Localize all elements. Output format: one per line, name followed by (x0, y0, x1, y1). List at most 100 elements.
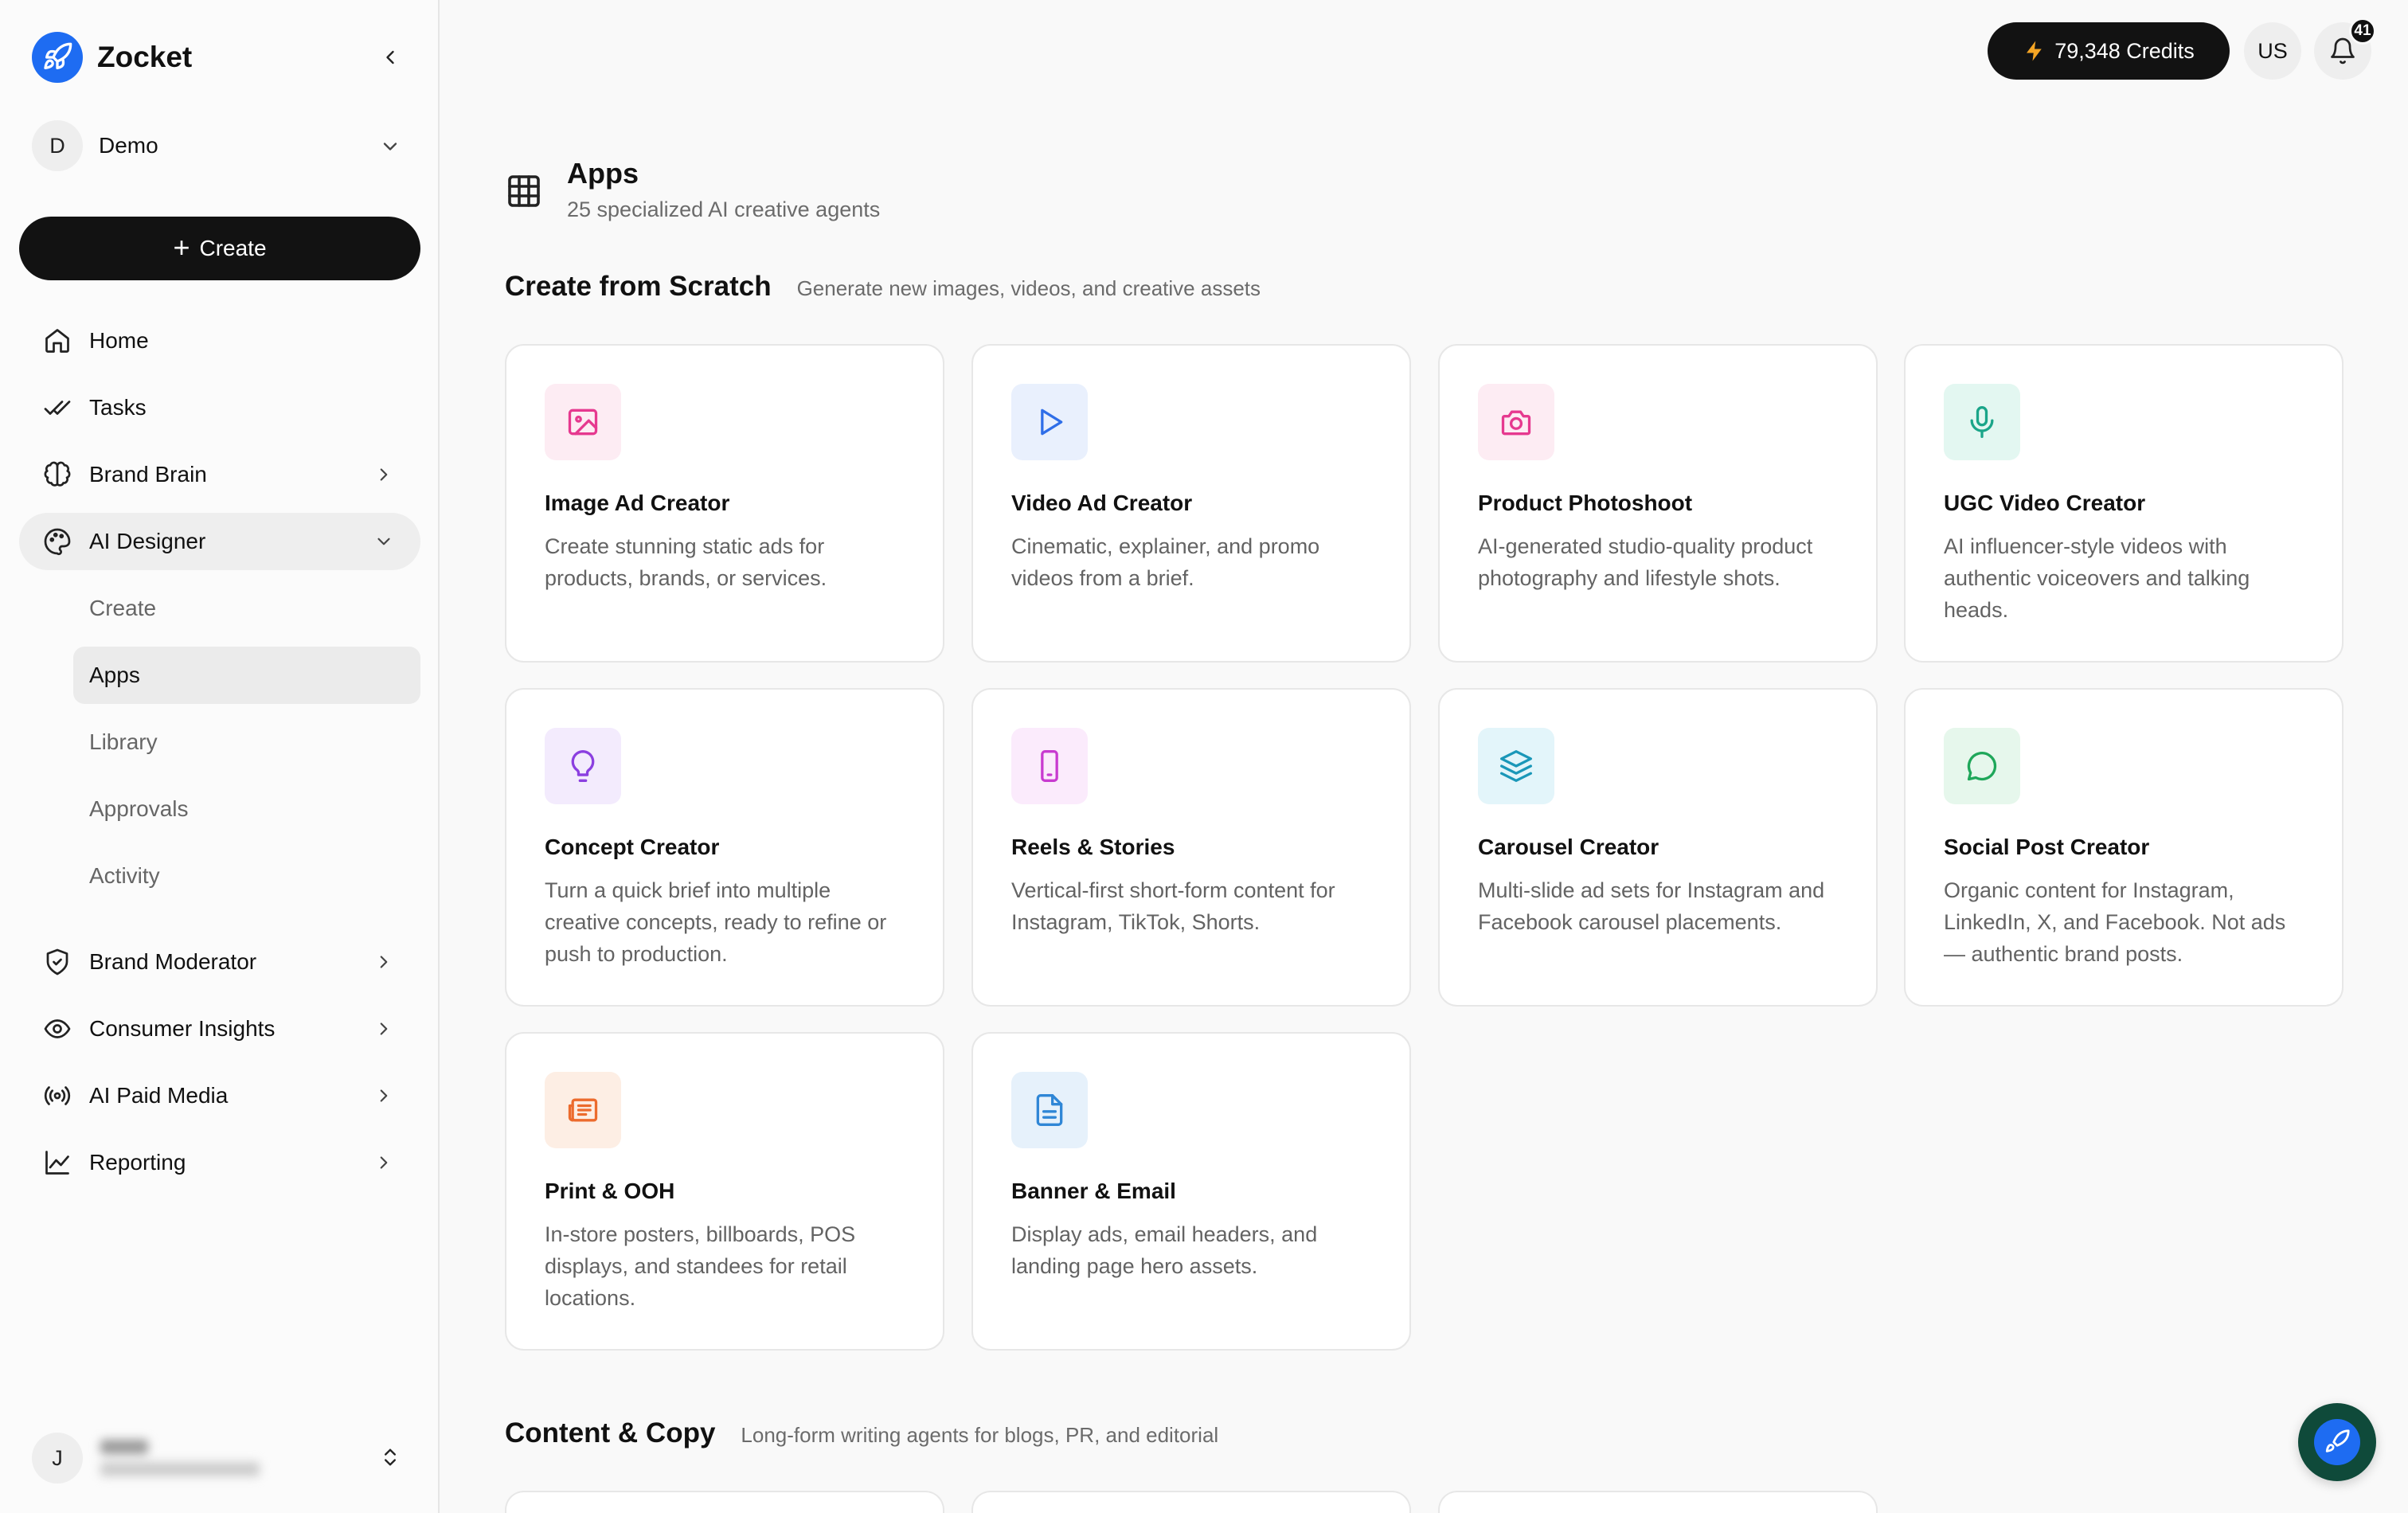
nav-label-brand-brain: Brand Brain (89, 462, 207, 487)
nav-label-ai-paid-media: AI Paid Media (89, 1083, 229, 1108)
chevron-right-icon (366, 944, 401, 979)
brain-icon (41, 459, 73, 491)
section-description: Long-form writing agents for blogs, PR, … (741, 1423, 1219, 1447)
shield-check-icon (41, 946, 73, 978)
eye-icon (41, 1013, 73, 1045)
home-icon (41, 325, 73, 357)
notification-count-badge: 41 (2349, 18, 2376, 45)
chevron-right-icon (366, 1145, 401, 1180)
palette-icon (41, 526, 73, 557)
nav-label-home: Home (89, 328, 149, 353)
app-card-partial[interactable] (1438, 1491, 1878, 1513)
card-description: Turn a quick brief into multiple creativ… (545, 878, 887, 966)
zocket-logo-icon[interactable] (32, 32, 83, 83)
logo-row: Zocket (32, 32, 408, 83)
sub-item-activity[interactable]: Activity (73, 847, 420, 905)
collapse-sidebar-button[interactable] (373, 40, 408, 75)
create-button[interactable]: + Create (19, 217, 420, 280)
sub-item-apps[interactable]: Apps (73, 647, 420, 704)
nav-item-home[interactable]: Home (19, 312, 420, 369)
workspace-name: Demo (99, 133, 158, 158)
app-card-banner-email[interactable]: Banner & Email Display ads, email header… (971, 1032, 1411, 1351)
card-description: AI influencer-style videos with authenti… (1944, 534, 2250, 622)
nav-item-ai-designer[interactable]: AI Designer (19, 513, 420, 570)
lightbulb-icon (545, 728, 621, 804)
nav-item-consumer-insights[interactable]: Consumer Insights (19, 1000, 420, 1058)
app-card-ugc-video-creator[interactable]: UGC Video Creator AI influencer-style vi… (1904, 344, 2344, 663)
chat-bubble-icon (1944, 728, 2020, 804)
card-title: Video Ad Creator (1011, 491, 1193, 515)
app-name: Zocket (97, 41, 193, 73)
assistant-launcher-button[interactable] (2298, 1403, 2376, 1481)
app-card-social-post-creator[interactable]: Social Post Creator Organic content for … (1904, 688, 2344, 1007)
chevron-left-icon (386, 50, 394, 65)
card-description: Create stunning static ads for products,… (545, 534, 827, 590)
sub-item-library[interactable]: Library (73, 713, 420, 771)
create-button-label: Create (199, 236, 267, 260)
user-info-redacted (100, 1440, 260, 1476)
section-title: Create from Scratch (505, 271, 772, 302)
nav-label-brand-moderator: Brand Moderator (89, 949, 257, 974)
app-card-product-photoshoot[interactable]: Product Photoshoot AI-generated studio-q… (1438, 344, 1878, 663)
nav-item-brand-moderator[interactable]: Brand Moderator (19, 933, 420, 991)
nav-item-tasks[interactable]: Tasks (19, 379, 420, 436)
nav-item-brand-brain[interactable]: Brand Brain (19, 446, 420, 503)
card-title: Banner & Email (1011, 1179, 1176, 1203)
credits-button[interactable]: 79,348 Credits (1988, 22, 2230, 80)
plus-icon: + (173, 230, 190, 264)
nav-label-tasks: Tasks (89, 395, 147, 420)
credits-label: 79,348 Credits (2054, 38, 2195, 63)
card-description: Cinematic, explainer, and promo videos f… (1011, 534, 1320, 590)
line-chart-icon (41, 1147, 73, 1179)
card-title: Social Post Creator (1944, 835, 2150, 859)
user-menu[interactable]: J (32, 1432, 408, 1484)
card-description: Organic content for Instagram, LinkedIn,… (1944, 878, 2286, 966)
card-title: UGC Video Creator (1944, 491, 2146, 515)
card-description: Display ads, email headers, and landing … (1011, 1222, 1318, 1278)
document-icon (1011, 1072, 1088, 1148)
sub-item-create[interactable]: Create (73, 580, 420, 637)
card-description: In-store posters, billboards, POS displa… (545, 1222, 856, 1310)
app-card-partial[interactable] (971, 1491, 1411, 1513)
sub-item-approvals[interactable]: Approvals (73, 780, 420, 838)
app-card-print-ooh[interactable]: Print & OOH In-store posters, billboards… (505, 1032, 944, 1351)
card-title: Concept Creator (545, 835, 720, 859)
microphone-icon (1944, 384, 2020, 460)
grid-icon (508, 175, 540, 207)
nav-label-consumer-insights: Consumer Insights (89, 1016, 276, 1041)
section-header-create-from-scratch: Create from Scratch Generate new images,… (505, 271, 1261, 303)
app-card-reels-stories[interactable]: Reels & Stories Vertical-first short-for… (971, 688, 1411, 1007)
region-button[interactable]: US (2244, 22, 2301, 80)
notifications-button[interactable]: 41 (2314, 18, 2376, 80)
card-description: Multi-slide ad sets for Instagram and Fa… (1478, 878, 1825, 934)
app-card-concept-creator[interactable]: Concept Creator Turn a quick brief into … (505, 688, 944, 1007)
nav-label-ai-designer: AI Designer (89, 529, 206, 553)
workspace-switcher[interactable]: D Demo (32, 119, 408, 172)
nav-label-reporting: Reporting (89, 1150, 186, 1175)
chevron-down-icon (366, 524, 401, 559)
chevron-down-icon (373, 129, 408, 164)
page-title: Apps (567, 157, 639, 190)
chevron-right-icon (366, 1011, 401, 1046)
app-card-video-ad-creator[interactable]: Video Ad Creator Cinematic, explainer, a… (971, 344, 1411, 663)
app-card-image-ad-creator[interactable]: Image Ad Creator Create stunning static … (505, 344, 944, 663)
section-header-content-copy: Content & Copy Long-form writing agents … (505, 1417, 1218, 1449)
section-description: Generate new images, videos, and creativ… (796, 276, 1261, 300)
card-description: Vertical-first short-form content for In… (1011, 878, 1335, 934)
broadcast-icon (41, 1080, 73, 1112)
camera-icon (1478, 384, 1554, 460)
nav-item-reporting[interactable]: Reporting (19, 1134, 420, 1191)
double-check-icon (41, 392, 73, 424)
newspaper-icon (545, 1072, 621, 1148)
phone-icon (1011, 728, 1088, 804)
nav-item-ai-paid-media[interactable]: AI Paid Media (19, 1067, 420, 1124)
chevrons-up-down-icon (373, 1440, 408, 1475)
card-title: Print & OOH (545, 1179, 675, 1203)
rocket-icon (2314, 1419, 2360, 1465)
play-icon (1011, 384, 1088, 460)
app-card-carousel-creator[interactable]: Carousel Creator Multi-slide ad sets for… (1438, 688, 1878, 1007)
app-card-partial[interactable] (505, 1491, 944, 1513)
workspace-avatar: D (32, 120, 83, 171)
section-title: Content & Copy (505, 1417, 716, 1448)
